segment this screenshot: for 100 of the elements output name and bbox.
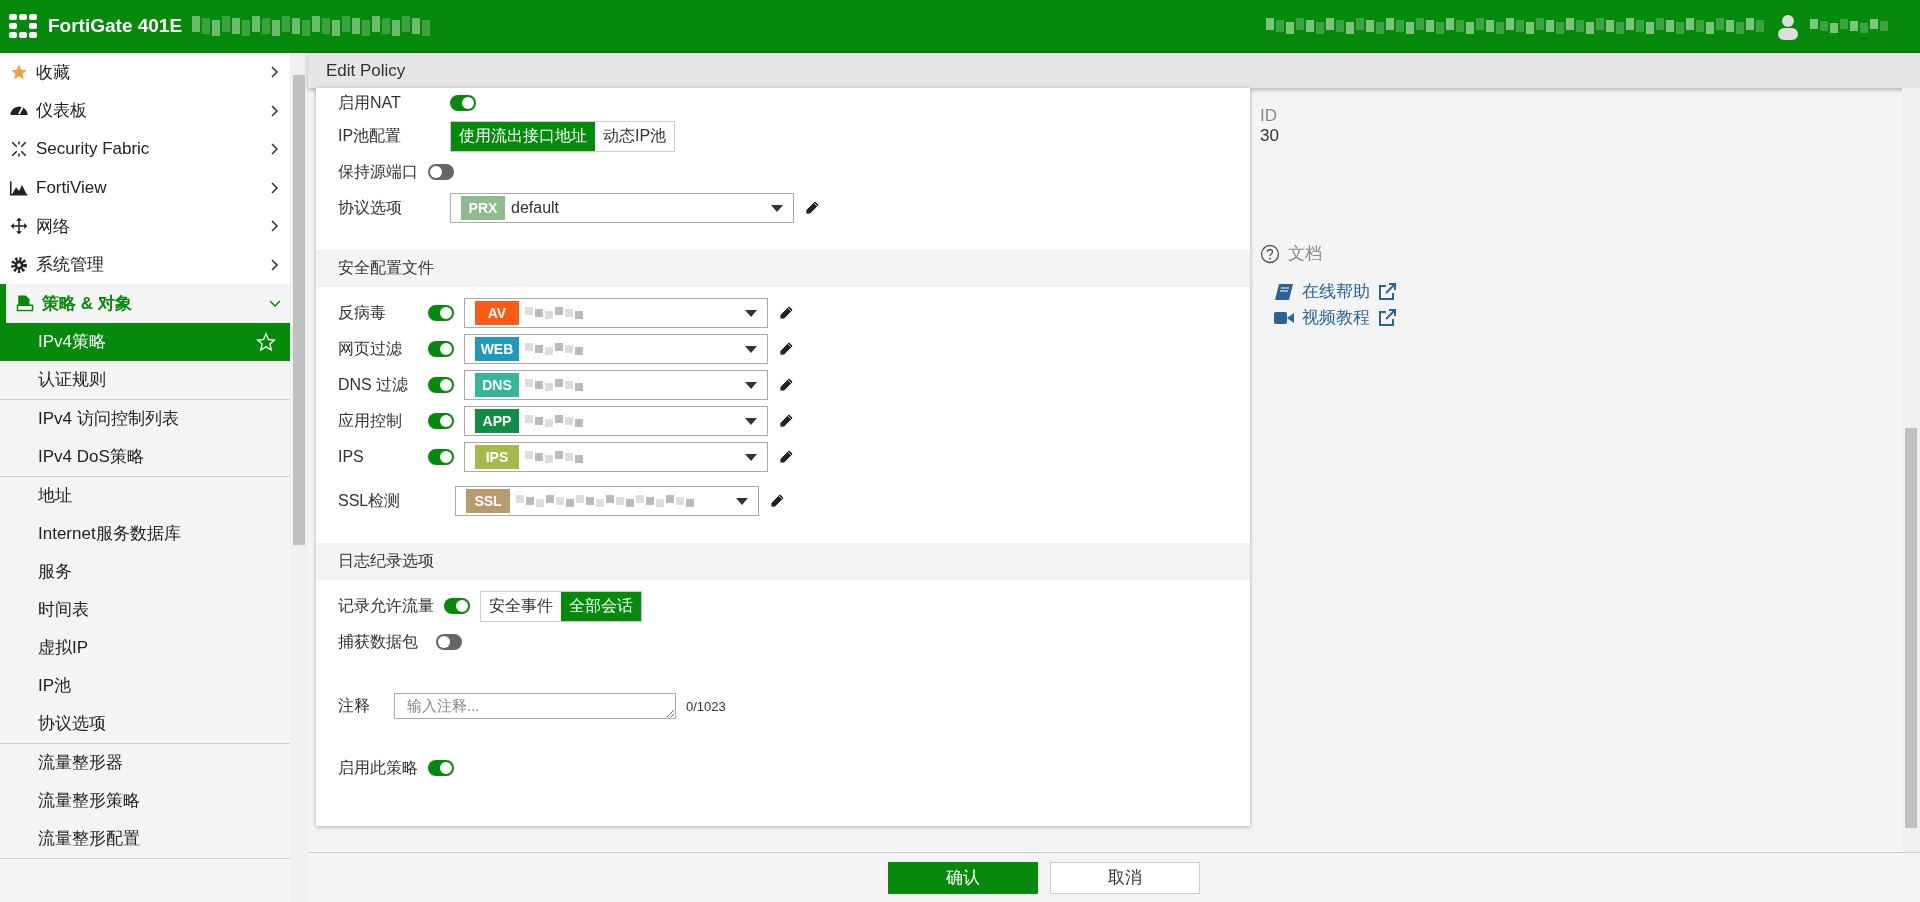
chevron-icon (270, 66, 280, 79)
field-label: 网页过滤 (338, 338, 403, 359)
pencil-icon[interactable] (778, 377, 794, 393)
scrollbar[interactable] (290, 53, 308, 902)
profile-badge: SSL (466, 489, 510, 513)
nav-subitem[interactable]: 流量整形器 (0, 743, 290, 782)
caret-icon (745, 309, 757, 317)
nav-subitem[interactable]: 认证规则 (0, 360, 290, 399)
toggle-switch[interactable] (428, 341, 454, 357)
nav-subitem[interactable]: Internet服务数据库 (0, 514, 290, 553)
doc-link[interactable]: 视频教程 (1274, 305, 1892, 331)
chevron-icon (270, 143, 280, 156)
field-label: 协议选项 (338, 197, 403, 218)
profile-badge: IPS (475, 445, 519, 469)
profile-badge: WEB (475, 337, 519, 361)
logo-icon (8, 13, 38, 39)
toggle-switch[interactable] (428, 164, 454, 180)
profile-badge: AV (475, 301, 519, 325)
field-label: 反病毒 (338, 302, 387, 323)
chevron-icon (270, 181, 280, 194)
field-label: IPS (338, 448, 365, 466)
caret-icon (745, 453, 757, 461)
nav-item[interactable]: Security Fabric (0, 130, 290, 169)
caret-icon (745, 345, 757, 353)
scrollbar[interactable] (1902, 88, 1920, 852)
pencil-icon[interactable] (778, 341, 794, 357)
chevron-icon (270, 104, 280, 117)
toggle-switch[interactable] (428, 413, 454, 429)
nav-subitem[interactable]: IPv4 访问控制列表 (0, 399, 290, 438)
nav-item[interactable]: 网络 (0, 207, 290, 246)
field-label: 注释 (338, 695, 371, 716)
gear-icon (10, 255, 28, 274)
toggle-switch[interactable] (428, 449, 454, 465)
star-icon (10, 63, 28, 82)
profile-badge: APP (475, 409, 519, 433)
nav-subitem[interactable]: 时间表 (0, 590, 290, 629)
caret-icon (771, 204, 783, 212)
comment-field[interactable]: 输入注释... (394, 693, 676, 719)
field-label: 启用NAT (338, 92, 402, 113)
profile-badge: PRX (461, 196, 505, 220)
nav-item[interactable]: 仪表板 (0, 91, 290, 130)
pencil-icon[interactable] (778, 305, 794, 321)
cancel-button[interactable]: 取消 (1050, 861, 1200, 894)
caret-icon (745, 417, 757, 425)
nav-item[interactable]: 系统管理 (0, 245, 290, 284)
field-label: 记录允许流量 (338, 595, 434, 616)
toggle-switch[interactable] (428, 760, 454, 776)
nav-subitem[interactable]: 流量整形策略 (0, 781, 290, 820)
id-label: ID (1260, 106, 1278, 126)
toggle-switch[interactable] (436, 634, 462, 650)
pencil-icon[interactable] (778, 413, 794, 429)
chevron-icon (270, 258, 280, 271)
toggle-switch[interactable] (444, 598, 470, 614)
caret-icon (745, 381, 757, 389)
external-link-icon (1378, 283, 1396, 301)
nav-subitem[interactable]: IP池 (0, 666, 290, 705)
profile-badge: DNS (475, 373, 519, 397)
section-title: 安全配置文件 (338, 258, 434, 278)
pixelated-value (525, 307, 585, 319)
confirm-button[interactable]: 确认 (888, 861, 1038, 894)
nav-item[interactable]: FortiView (0, 168, 290, 207)
doc-link[interactable]: 在线帮助 (1274, 279, 1892, 305)
toggle-switch[interactable] (450, 95, 476, 111)
external-link-icon (1378, 309, 1396, 327)
chevron-icon (270, 297, 280, 310)
pencil-icon[interactable] (778, 449, 794, 465)
user-avatar[interactable] (1776, 12, 1800, 40)
docs-title: 文档 (1288, 243, 1322, 265)
area-chart-icon (10, 179, 28, 196)
nav-item[interactable]: 收藏 (0, 53, 290, 92)
pencil-icon[interactable] (804, 200, 820, 216)
toggle-switch[interactable] (428, 305, 454, 321)
page-title: Edit Policy (308, 53, 1920, 88)
document-icon (16, 294, 34, 313)
move-arrows-icon (10, 217, 28, 236)
field-label: 启用此策略 (338, 757, 418, 778)
toggle-switch[interactable] (428, 377, 454, 393)
caret-icon (736, 497, 748, 505)
nav-subitem[interactable]: IPv4 DoS策略 (0, 437, 290, 476)
book-icon (1274, 283, 1294, 301)
star-outline-icon[interactable] (256, 331, 276, 352)
dropdown[interactable]: PRX default (450, 193, 794, 223)
chevron-icon (270, 220, 280, 233)
dropdown-value: default (511, 199, 561, 217)
video-camera-icon (1274, 310, 1294, 326)
segment-option[interactable]: 全部会话 (561, 591, 641, 621)
nav-subitem[interactable]: 协议选项 (0, 704, 290, 743)
pixelated-value (525, 343, 585, 355)
section-title: 日志纪录选项 (338, 551, 434, 571)
pencil-icon[interactable] (769, 493, 785, 509)
nav-subitem[interactable]: IPv4策略 (0, 322, 290, 361)
segment-option[interactable]: 使用流出接口地址 (451, 121, 595, 151)
dropdown[interactable]: APP (464, 406, 768, 436)
nav-subitem[interactable]: 服务 (0, 552, 290, 591)
field-label: 捕获数据包 (338, 631, 419, 652)
pixelated-value (525, 379, 585, 391)
nav-subitem[interactable]: 流量整形配置 (0, 819, 290, 858)
nav-subitem[interactable]: 地址 (0, 476, 290, 515)
product-name: FortiGate 401E (48, 15, 183, 37)
nav-subitem[interactable]: 虚拟IP (0, 628, 290, 667)
